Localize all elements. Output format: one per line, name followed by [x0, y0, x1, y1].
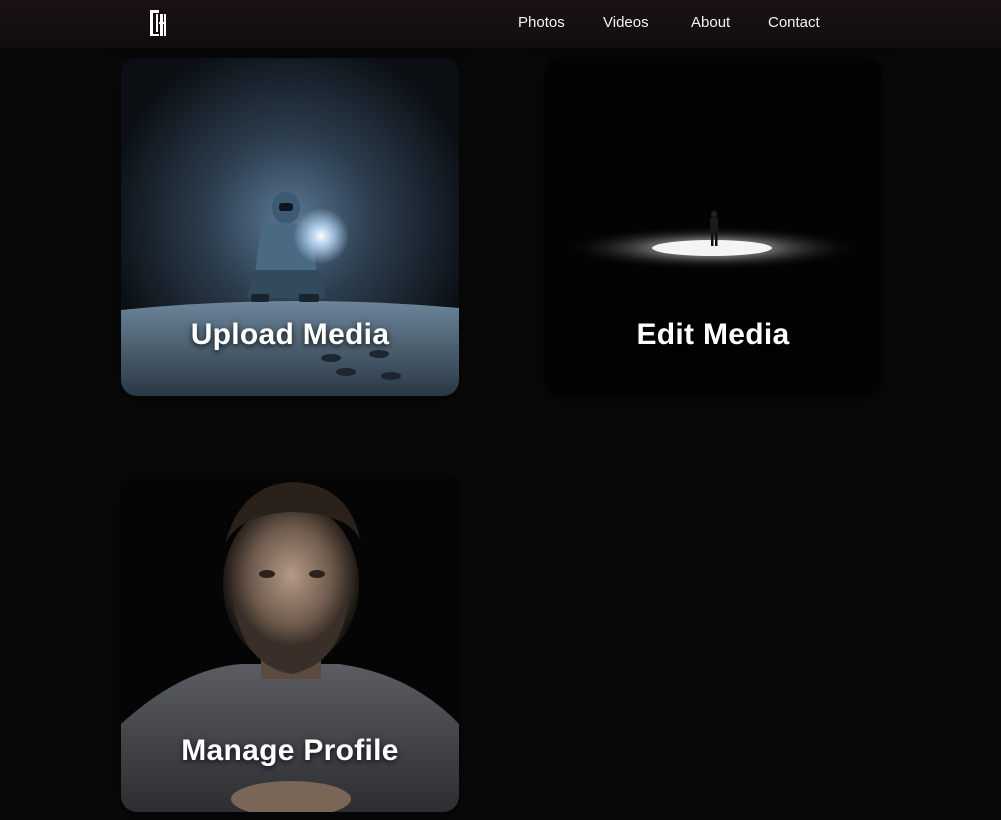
- manage-profile-card[interactable]: Manage Profile: [121, 474, 459, 812]
- edit-media-card[interactable]: Edit Media: [544, 58, 882, 396]
- monogram-logo-icon[interactable]: [148, 8, 168, 38]
- upload-media-title: Upload Media: [190, 318, 390, 351]
- nav-link-contact[interactable]: Contact: [768, 14, 820, 31]
- nav-link-about[interactable]: About: [691, 14, 730, 31]
- manage-profile-title: Manage Profile: [181, 734, 399, 767]
- nav-link-videos[interactable]: Videos: [603, 14, 649, 31]
- edit-media-title: Edit Media: [636, 318, 790, 351]
- top-navbar: Photos Videos About Contact: [0, 0, 1001, 48]
- upload-media-card[interactable]: Upload Media: [121, 58, 459, 396]
- nav-link-photos[interactable]: Photos: [518, 14, 565, 31]
